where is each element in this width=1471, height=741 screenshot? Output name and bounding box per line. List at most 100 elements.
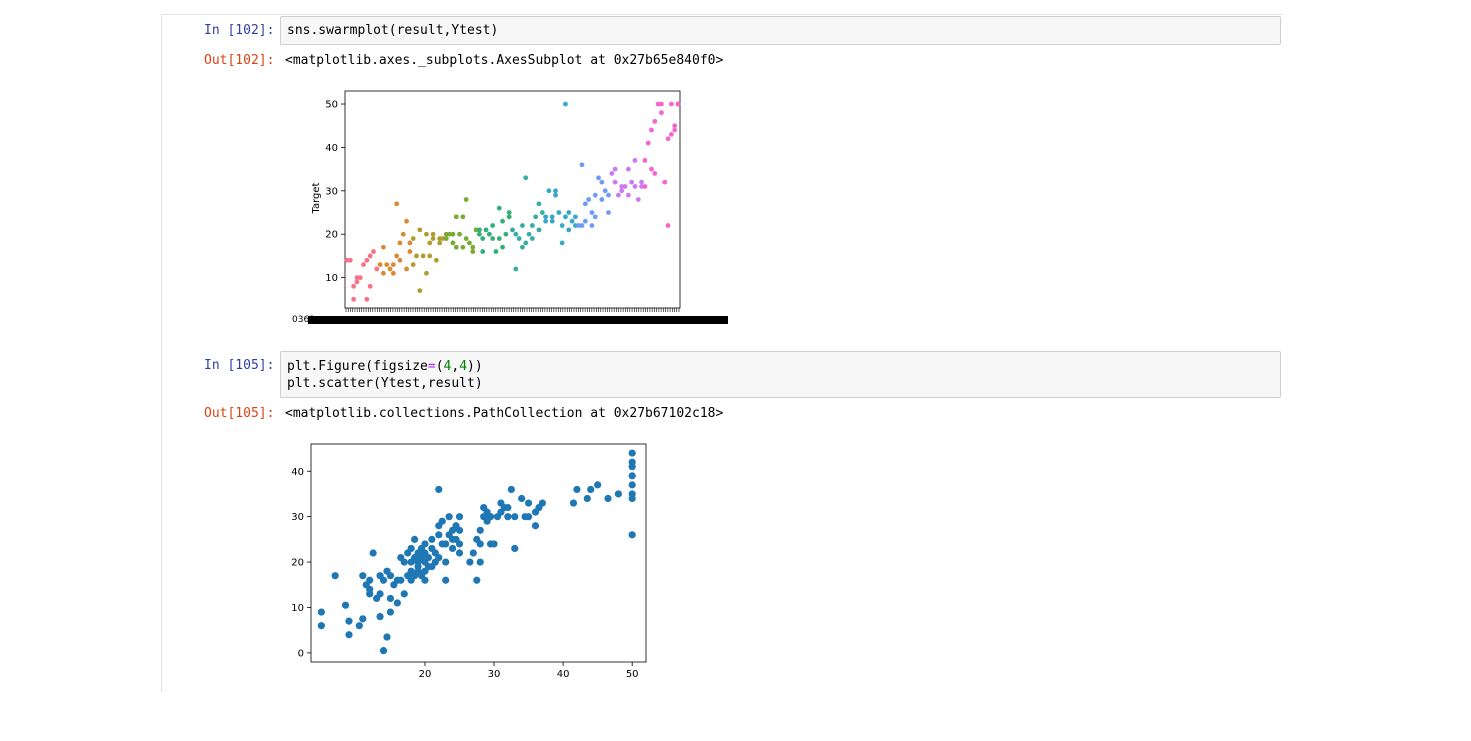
data-point [672, 127, 678, 133]
data-point [386, 594, 395, 603]
data-point [345, 617, 353, 625]
data-point [539, 210, 545, 215]
data-point [354, 279, 360, 285]
data-point [614, 490, 622, 498]
data-point [435, 485, 443, 494]
data-point [364, 296, 370, 302]
data-point [421, 540, 429, 548]
data-point [386, 572, 395, 580]
data-point [665, 136, 671, 142]
data-point [523, 175, 529, 181]
data-point [510, 227, 515, 233]
input-prompt: In [105]: [204, 358, 275, 373]
data-point [511, 544, 519, 553]
data-point [410, 262, 416, 267]
data-point [642, 158, 648, 163]
data-point [387, 266, 393, 272]
data-point [455, 526, 464, 534]
data-point [427, 240, 433, 246]
data-point [520, 223, 525, 228]
data-point [612, 179, 618, 185]
data-point [629, 179, 635, 185]
data-points [317, 449, 636, 655]
data-point [504, 513, 512, 521]
data-point [516, 236, 522, 241]
data-point [438, 517, 446, 525]
data-point [470, 244, 476, 250]
data-point [394, 201, 400, 207]
data-point [649, 166, 654, 172]
data-point [569, 499, 578, 507]
data-point [457, 231, 462, 237]
data-point [477, 227, 482, 233]
data-point [566, 227, 572, 233]
data-point [364, 257, 370, 263]
data-point [490, 540, 498, 548]
data-point [366, 585, 374, 593]
data-point [592, 214, 598, 220]
code-cell-editor[interactable]: plt.Figure(figsize=(4,4)) plt.scatter(Yt… [280, 351, 1281, 398]
data-point [477, 231, 482, 237]
data-point [476, 540, 484, 548]
data-point [606, 210, 611, 215]
data-point [599, 197, 605, 202]
data-point [579, 223, 585, 228]
data-point [379, 647, 388, 655]
data-point [393, 599, 401, 607]
x-axis-ticks: 20 30 40 50 [419, 662, 639, 680]
data-point [506, 210, 512, 215]
data-point [672, 123, 678, 129]
data-point [450, 240, 456, 246]
data-point [518, 494, 526, 503]
data-point [587, 485, 595, 494]
data-point [383, 633, 391, 641]
data-point [407, 249, 413, 254]
data-point [421, 576, 429, 584]
data-point [513, 231, 519, 237]
data-point [466, 558, 474, 566]
data-point [652, 171, 658, 176]
y-axis-ticks: 0 10 20 30 40 [291, 467, 311, 659]
data-point [366, 576, 374, 584]
data-point [659, 101, 664, 107]
code-line: sns.swarmplot(result,Ytest) [287, 23, 499, 38]
data-point [397, 240, 403, 246]
data-point [480, 249, 486, 254]
data-point [573, 485, 581, 494]
data-point [390, 262, 396, 267]
data-point [437, 240, 443, 246]
data-point [536, 201, 542, 207]
data-point [442, 540, 450, 548]
x-tick-label: 30 [488, 669, 501, 680]
data-point [553, 188, 558, 194]
data-point [397, 257, 403, 263]
data-point [455, 540, 464, 548]
data-point [351, 283, 357, 289]
output-text: <matplotlib.axes._subplots.AxesSubplot a… [285, 53, 724, 68]
data-point [662, 179, 668, 185]
data-point [460, 244, 466, 250]
data-point [496, 236, 502, 241]
data-point [400, 231, 406, 237]
data-point [490, 236, 496, 241]
swarmplot-chart: Target 10 20 30 40 50 0369... [292, 90, 728, 325]
code-cell-editor[interactable]: sns.swarmplot(result,Ytest) [280, 16, 1281, 45]
data-point [453, 214, 459, 220]
data-point [592, 192, 598, 198]
data-points [344, 101, 681, 302]
data-point [628, 472, 636, 480]
data-point [602, 188, 608, 194]
data-point [410, 236, 416, 241]
data-point [359, 572, 367, 580]
data-point [668, 132, 674, 137]
data-point [520, 244, 525, 250]
data-point [609, 171, 615, 176]
data-point [622, 184, 628, 189]
y-tick-label: 20 [291, 558, 304, 569]
data-point [628, 481, 636, 489]
data-point [404, 218, 409, 224]
x-axis-ticks: 0369... [292, 308, 728, 325]
data-point [546, 188, 552, 194]
y-tick-label: 10 [291, 603, 304, 614]
output-prompt: Out[105]: [204, 406, 275, 421]
